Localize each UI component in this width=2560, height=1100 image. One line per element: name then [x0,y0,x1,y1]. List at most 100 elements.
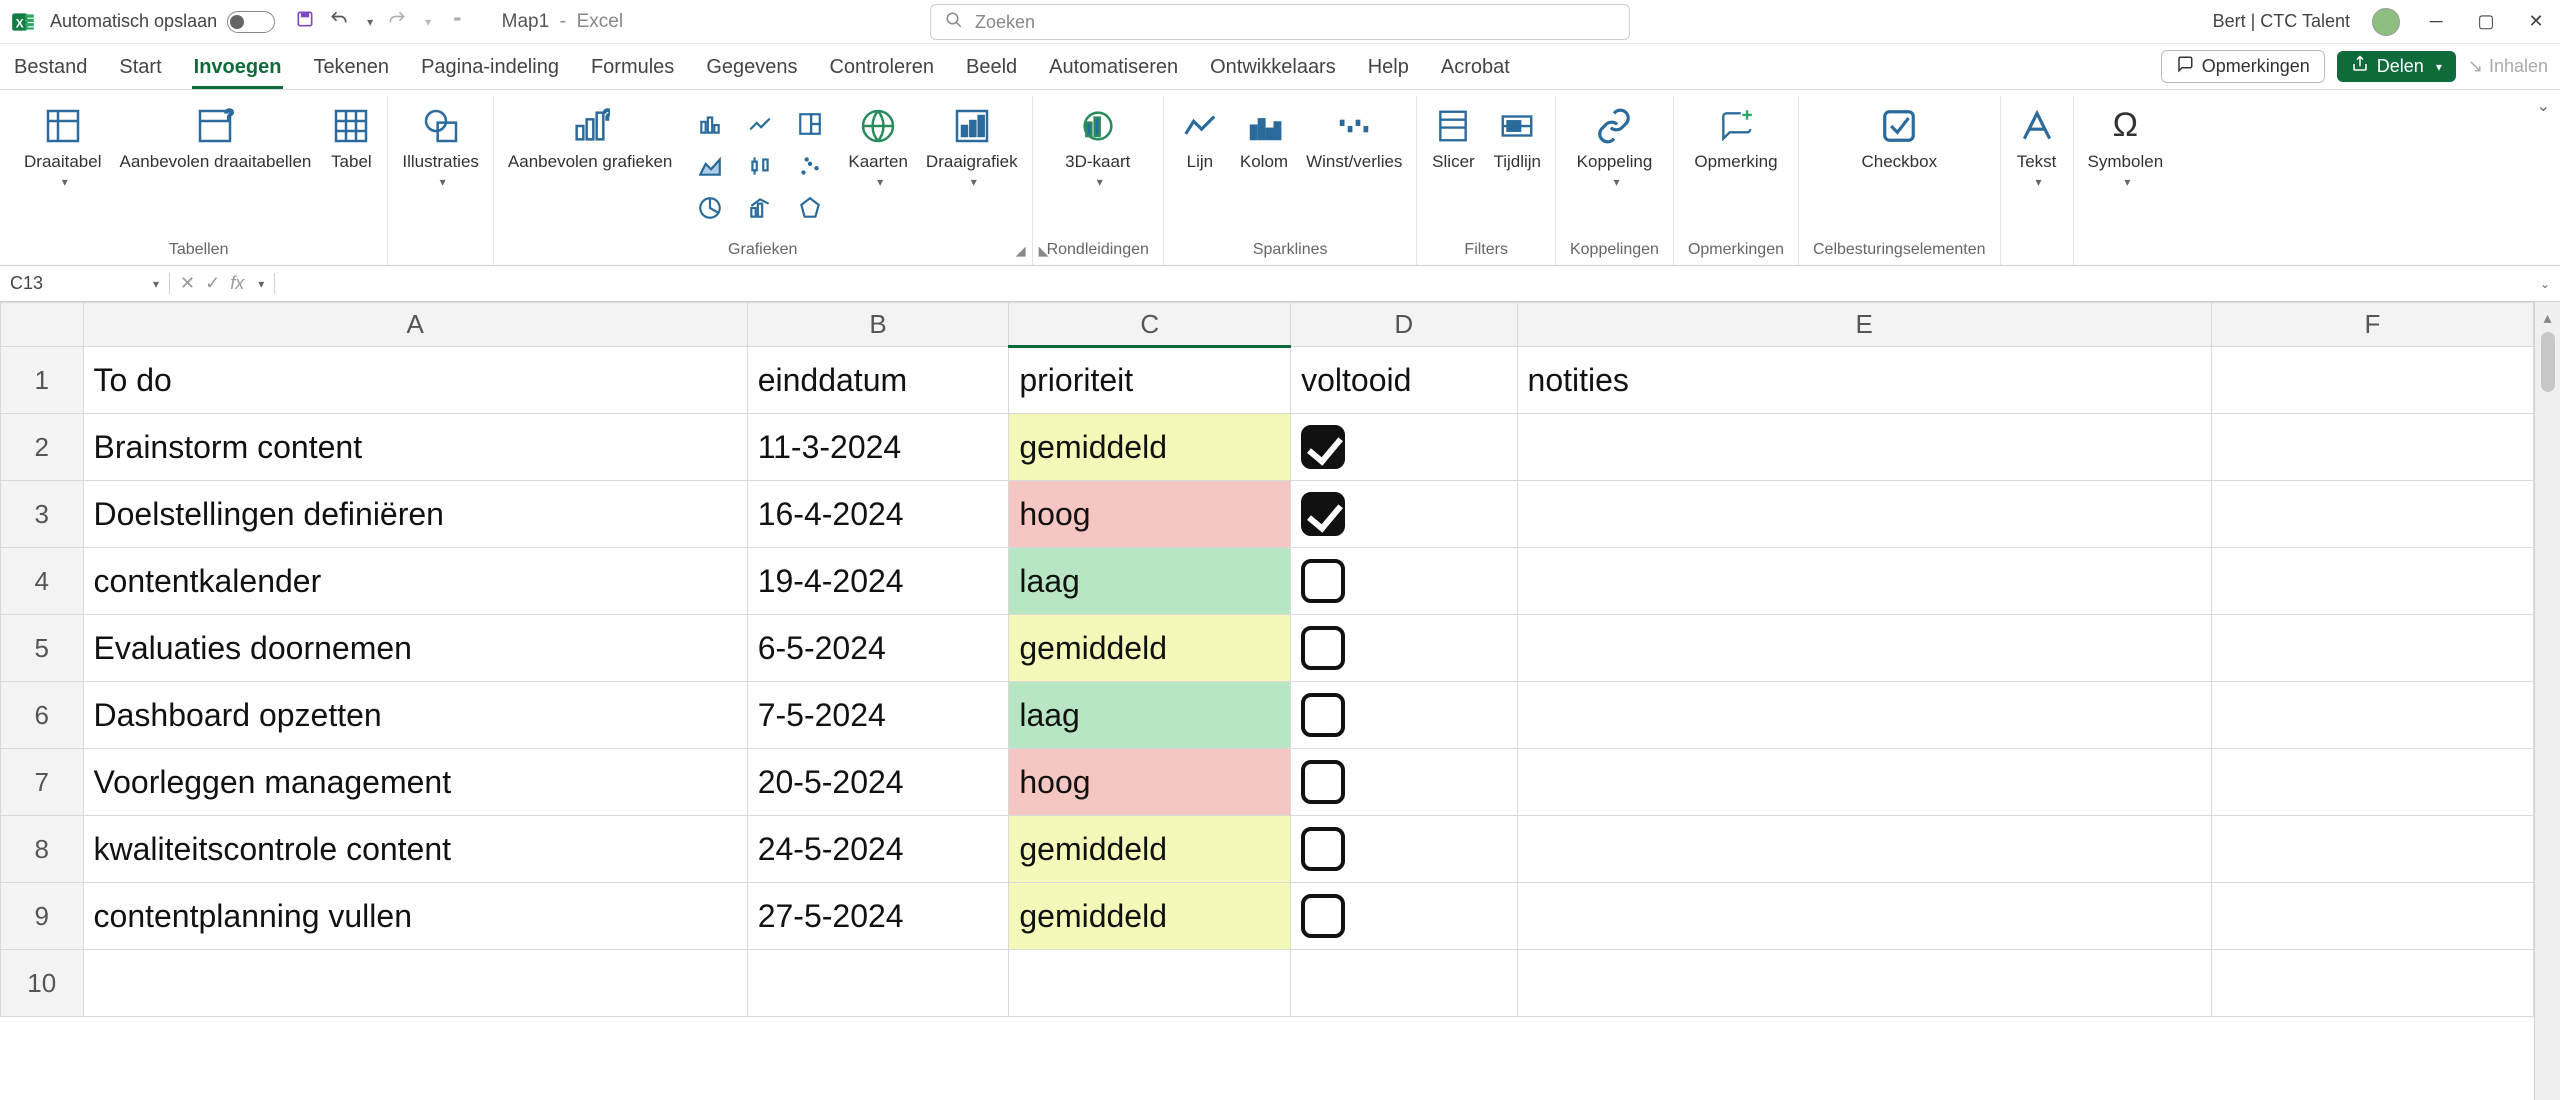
row-header[interactable]: 1 [1,347,84,414]
cell[interactable]: 6-5-2024 [747,615,1009,682]
cell[interactable] [2211,682,2533,749]
cell[interactable]: Evaluaties doornemen [83,615,747,682]
row-header[interactable]: 4 [1,548,84,615]
pie-chart-icon[interactable] [690,190,730,226]
cell[interactable] [2211,950,2533,1017]
window-minimize-icon[interactable]: ─ [2422,11,2450,32]
row-header[interactable]: 6 [1,682,84,749]
table-button[interactable]: Tabel [329,100,373,172]
cell[interactable]: voltooid [1291,347,1517,414]
toggle-switch-icon[interactable] [227,11,275,33]
checkbox-control[interactable] [1301,492,1345,536]
cell[interactable] [1517,682,2211,749]
timeline-button[interactable]: Tijdlijn [1493,100,1541,172]
cell[interactable] [1517,548,2211,615]
link-button[interactable]: Koppeling▾ [1577,100,1653,189]
cell[interactable]: Voorleggen management [83,749,747,816]
cell[interactable]: gemiddeld [1009,816,1291,883]
cell[interactable]: 11-3-2024 [747,414,1009,481]
cell[interactable]: einddatum [747,347,1009,414]
cell[interactable] [1291,615,1517,682]
sparkline-winloss-button[interactable]: Winst/verlies [1306,100,1402,172]
tab-pagina-indeling[interactable]: Pagina-indeling [419,48,561,89]
cell[interactable]: prioriteit [1009,347,1291,414]
comments-button[interactable]: Opmerkingen [2161,50,2325,83]
checkbox-control[interactable] [1301,425,1345,469]
recommended-charts-button[interactable]: ? Aanbevolen grafieken [508,100,672,172]
checkbox-control[interactable] [1301,827,1345,871]
cell[interactable]: gemiddeld [1009,615,1291,682]
cell[interactable] [1517,950,2211,1017]
cell[interactable]: Dashboard opzetten [83,682,747,749]
cell[interactable] [2211,615,2533,682]
cell[interactable] [1291,481,1517,548]
tab-beeld[interactable]: Beeld [964,48,1019,89]
user-name[interactable]: Bert | CTC Talent [2213,11,2350,32]
user-avatar-icon[interactable] [2372,8,2400,36]
checkbox-control[interactable] [1301,693,1345,737]
col-header-D[interactable]: D [1291,303,1517,347]
pivottable-button[interactable]: Draaitabel▾ [24,100,102,189]
3d-map-button[interactable]: 3D-kaart▾ [1065,100,1130,189]
row-header[interactable]: 8 [1,816,84,883]
cell[interactable]: Doelstellingen definiëren [83,481,747,548]
share-button[interactable]: Delen ▾ [2337,51,2456,82]
cell[interactable]: contentplanning vullen [83,883,747,950]
select-all-corner[interactable] [1,303,84,347]
tab-help[interactable]: Help [1366,48,1411,89]
cell[interactable] [2211,816,2533,883]
redo-icon[interactable] [387,9,407,34]
col-header-F[interactable]: F [2211,303,2533,347]
tab-acrobat[interactable]: Acrobat [1439,48,1512,89]
pivotchart-button[interactable]: Draaigrafiek▾ [926,100,1018,189]
checkbox-control[interactable] [1301,626,1345,670]
text-button[interactable]: Tekst▾ [2015,100,2059,189]
cell[interactable]: Brainstorm content [83,414,747,481]
cell[interactable]: notities [1517,347,2211,414]
autosave-toggle[interactable]: Automatisch opslaan [50,11,275,33]
chevron-down-icon[interactable]: ▾ [153,277,159,291]
col-header-B[interactable]: B [747,303,1009,347]
cell[interactable]: 27-5-2024 [747,883,1009,950]
tab-ontwikkelaars[interactable]: Ontwikkelaars [1208,48,1338,89]
cell[interactable] [1291,816,1517,883]
tab-tekenen[interactable]: Tekenen [311,48,391,89]
cell[interactable] [1291,950,1517,1017]
comment-button[interactable]: Opmerking [1694,100,1777,172]
cell[interactable]: hoog [1009,749,1291,816]
vertical-scrollbar[interactable]: ▴ [2534,302,2560,1100]
cell[interactable]: 24-5-2024 [747,816,1009,883]
tab-invoegen[interactable]: Invoegen [192,48,284,89]
cell[interactable]: gemiddeld [1009,414,1291,481]
statistic-chart-icon[interactable] [740,148,780,184]
cell[interactable] [2211,414,2533,481]
redo-dropdown-icon[interactable]: ▾ [425,15,431,29]
scatter-chart-icon[interactable] [790,148,830,184]
cell[interactable] [2211,883,2533,950]
enter-icon[interactable]: ✓ [205,273,220,294]
row-header[interactable]: 2 [1,414,84,481]
scroll-up-icon[interactable]: ▴ [2543,308,2551,328]
tab-automatiseren[interactable]: Automatiseren [1047,48,1180,89]
cell[interactable] [1517,414,2211,481]
radar-chart-icon[interactable] [790,190,830,226]
recommended-pivottables-button[interactable]: ? Aanbevolen draaitabellen [120,100,312,172]
save-icon[interactable] [295,9,315,34]
cell[interactable] [2211,548,2533,615]
checkbox-control[interactable] [1301,559,1345,603]
row-header[interactable]: 10 [1,950,84,1017]
column-chart-icon[interactable] [690,106,730,142]
tab-controleren[interactable]: Controleren [827,48,936,89]
cell[interactable] [83,950,747,1017]
line-chart-icon[interactable] [740,106,780,142]
cell[interactable] [2211,347,2533,414]
cell[interactable] [1291,548,1517,615]
cell[interactable]: 19-4-2024 [747,548,1009,615]
cell[interactable] [1291,414,1517,481]
ribbon-collapse-icon[interactable]: ⌄ [2537,96,2550,116]
cell[interactable] [1291,883,1517,950]
scrollbar-thumb[interactable] [2541,332,2555,392]
row-header[interactable]: 7 [1,749,84,816]
cell[interactable] [1517,749,2211,816]
sparkline-column-button[interactable]: Kolom [1240,100,1288,172]
